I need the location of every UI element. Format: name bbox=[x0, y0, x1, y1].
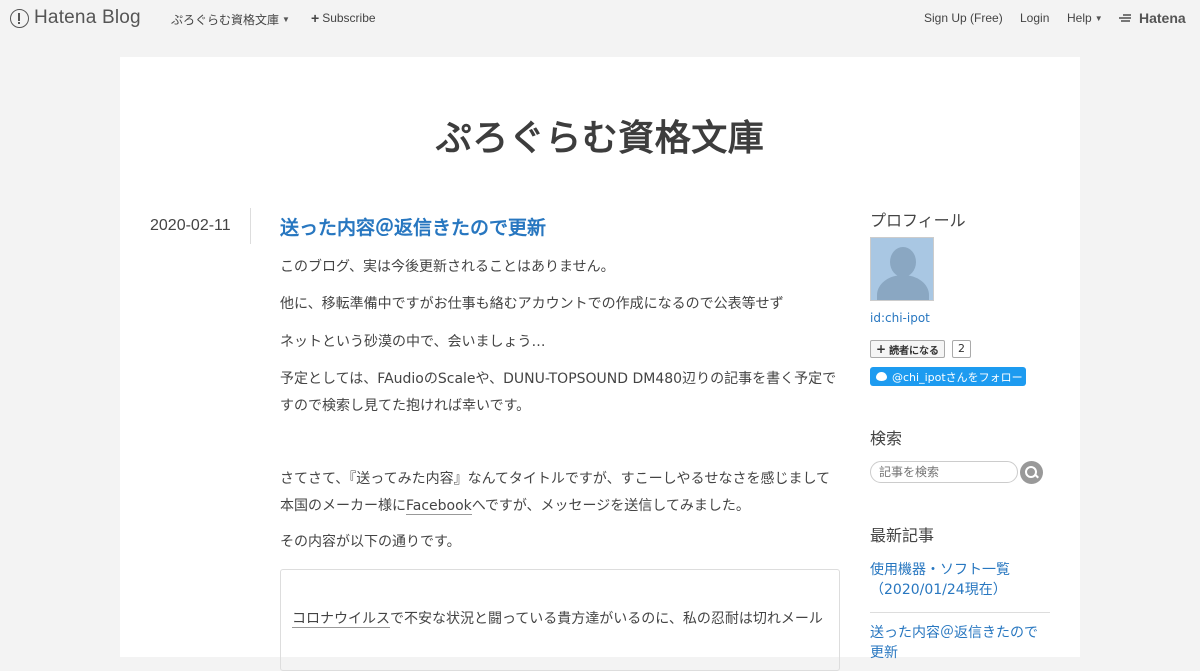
recent-divider bbox=[870, 612, 1050, 613]
search-button[interactable] bbox=[1020, 461, 1043, 484]
recent-entry-link[interactable]: 使用機器・ソフト一覧（2020/01/24現在） bbox=[870, 560, 1050, 600]
recent-entry-link[interactable]: 送った内容＠返信きたので更新 bbox=[870, 623, 1050, 663]
hatena-logo-link[interactable]: Hatena bbox=[1119, 10, 1186, 26]
entry-paragraph: さてさて、『送ってみた内容』なんてタイトルですが、すこーしやるせなさを感じまして bbox=[280, 471, 831, 487]
hatena-logo-icon bbox=[1119, 13, 1133, 23]
logo-text: Hatena Blog bbox=[34, 7, 141, 28]
quote-rest-text: で不安な状況と闘っている貴方達がいるのに、私の忍耐は切れメール bbox=[390, 611, 823, 627]
caret-down-icon: ▼ bbox=[282, 15, 290, 24]
profile-heading: プロフィール bbox=[870, 211, 966, 230]
blog-container: ぷろぐらむ資格文庫 2020-02-11 送った内容＠返信きたので更新 このブロ… bbox=[120, 57, 1080, 671]
subscribe-reader-button[interactable]: + 読者になる bbox=[870, 340, 946, 358]
entry-paragraph: ネットという砂漠の中で、会いましょう… bbox=[280, 334, 546, 350]
search-input[interactable] bbox=[870, 461, 1018, 483]
subscribe-label: Subscribe bbox=[322, 11, 376, 25]
coronavirus-keyword-link[interactable]: コロナウイルス bbox=[292, 611, 390, 628]
plus-icon: + bbox=[876, 342, 887, 356]
entry-paragraph: 予定としては、FAudioのScaleや、DUNU-TOPSOUND DM480… bbox=[280, 371, 837, 414]
entry-paragraph: このブログ、実は今後更新されることはありません。 bbox=[280, 259, 615, 275]
blog-title[interactable]: ぷろぐらむ資格文庫 bbox=[120, 109, 1080, 161]
signup-link[interactable]: Sign Up (Free) bbox=[924, 11, 1003, 25]
twitter-bird-icon bbox=[876, 372, 887, 381]
login-label: Login bbox=[1020, 11, 1050, 25]
blockquote-text: コロナウイルスで不安な状況と闘っている貴方達がいるのに、私の忍耐は切れメール bbox=[292, 608, 823, 628]
hatena-blog-logo-icon bbox=[10, 8, 29, 28]
help-label: Help bbox=[1067, 11, 1092, 25]
avatar-body-shape bbox=[877, 275, 929, 300]
blog-menu-label: ぷろぐらむ資格文庫 bbox=[171, 13, 280, 27]
blockquote: コロナウイルスで不安な状況と闘っている貴方達がいるのに、私の忍耐は切れメール bbox=[280, 569, 840, 671]
subscribe-button[interactable]: + Subscribe bbox=[311, 11, 376, 25]
hatena-label: Hatena bbox=[1139, 10, 1186, 26]
help-dropdown[interactable]: Help ▼ bbox=[1067, 11, 1103, 25]
avatar-head-shape bbox=[890, 247, 916, 277]
entry-paragraph: 本国のメーカー様にFacebookへですが、メッセージを送信してみました。 bbox=[280, 493, 840, 520]
user-id-link[interactable]: id:chi-ipot bbox=[870, 311, 930, 325]
entry-paragraph: その内容が以下の通りです。 bbox=[280, 534, 461, 550]
hatena-blog-logo[interactable]: Hatena Blog bbox=[10, 7, 141, 29]
avatar[interactable] bbox=[870, 237, 934, 301]
entry-title[interactable]: 送った内容＠返信きたので更新 bbox=[280, 213, 546, 240]
signup-label: Sign Up (Free) bbox=[924, 11, 1003, 25]
entry-text: へですが、メッセージを送信してみました。 bbox=[471, 498, 750, 514]
entry-paragraph: 他に、移転準備中ですがお仕事も絡むアカウントでの作成になるので公表等せず bbox=[280, 296, 784, 312]
caret-down-icon: ▼ bbox=[1094, 13, 1103, 23]
entry-date[interactable]: 2020-02-11 bbox=[150, 217, 231, 235]
reader-button-label: 読者になる bbox=[889, 345, 940, 357]
search-heading: 検索 bbox=[870, 429, 903, 448]
recent-entries-heading: 最新記事 bbox=[870, 526, 935, 545]
entry-text: 本国のメーカー様に bbox=[280, 498, 406, 514]
reader-count-badge[interactable]: 2 bbox=[952, 340, 971, 358]
facebook-keyword-link[interactable]: Facebook bbox=[406, 498, 472, 515]
global-header: Hatena Blog ぷろぐらむ資格文庫 ▼ + Subscribe Sign… bbox=[0, 0, 1200, 36]
follow-label: @chi_ipotさんをフォロー bbox=[892, 370, 1023, 384]
twitter-follow-button[interactable]: @chi_ipotさんをフォロー bbox=[870, 367, 1026, 386]
date-divider bbox=[250, 208, 251, 244]
login-link[interactable]: Login bbox=[1020, 11, 1049, 25]
blog-menu-dropdown[interactable]: ぷろぐらむ資格文庫 ▼ bbox=[171, 11, 290, 28]
plus-icon: + bbox=[311, 10, 320, 26]
